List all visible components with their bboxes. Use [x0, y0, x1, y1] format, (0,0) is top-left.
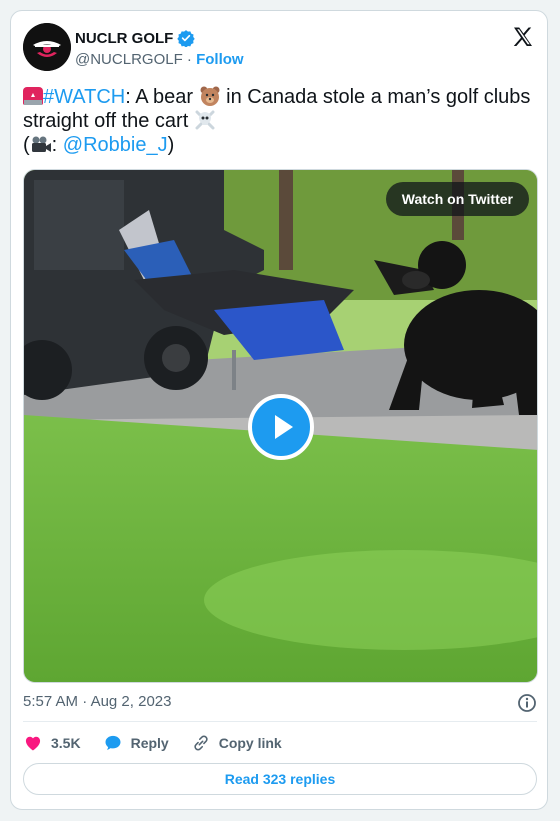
siren-emoji-icon — [23, 87, 43, 105]
reply-bubble-icon — [105, 735, 121, 751]
like-button[interactable]: 3.5K — [23, 733, 81, 753]
tweet-text-part1: : A bear — [125, 86, 199, 108]
author-handle[interactable]: @NUCLRGOLF — [75, 51, 183, 68]
hashtag-watch-link[interactable]: #WATCH — [43, 86, 125, 108]
tweet-card: NUCLR GOLF @NUCLRGOLF · Follow #WATCH: A… — [10, 10, 548, 810]
author-handle-row: @NUCLRGOLF · Follow — [75, 51, 244, 68]
follow-button[interactable]: Follow — [196, 51, 244, 68]
watch-on-twitter-button[interactable]: Watch on Twitter — [385, 182, 529, 216]
credit-open-paren: ( — [23, 134, 30, 156]
reply-button[interactable]: Reply — [103, 733, 169, 753]
like-count: 3.5K — [51, 735, 81, 751]
read-replies-button[interactable]: Read 323 replies — [23, 763, 537, 795]
info-icon[interactable] — [517, 693, 537, 713]
timestamp-row: 5:57 AM · Aug 2, 2023 — [23, 693, 537, 715]
author-name-row: NUCLR GOLF — [75, 29, 196, 47]
credit-close-paren: ) — [167, 134, 175, 156]
divider — [23, 721, 537, 722]
author-name[interactable]: NUCLR GOLF — [75, 30, 173, 47]
tweet-text: #WATCH: A bear in Canada stole a man’s g… — [23, 85, 533, 157]
skull-crossbones-emoji-icon — [195, 110, 215, 130]
nuclr-logo-icon — [23, 23, 71, 71]
verified-badge-icon — [177, 30, 196, 47]
reply-label: Reply — [130, 735, 169, 751]
tweet-time[interactable]: 5:57 AM — [23, 693, 78, 710]
video-player[interactable]: Watch on Twitter — [23, 169, 538, 683]
mention-robbie-link[interactable]: @Robbie_J — [63, 134, 168, 156]
copy-link-button[interactable]: Copy link — [191, 733, 282, 753]
credit-colon: : — [51, 134, 63, 156]
bear-emoji-icon — [200, 86, 220, 106]
play-icon — [275, 415, 293, 439]
meta-separator: · — [82, 693, 88, 710]
play-button[interactable] — [248, 394, 314, 460]
tweet-date[interactable]: Aug 2, 2023 — [91, 693, 172, 710]
handle-separator: · — [186, 51, 192, 68]
avatar[interactable] — [23, 23, 71, 71]
copy-link-label: Copy link — [218, 735, 282, 751]
x-logo-icon[interactable] — [511, 25, 535, 49]
heart-icon — [25, 736, 41, 751]
link-icon — [194, 735, 208, 751]
action-bar: 3.5K Reply Copy link — [23, 733, 304, 753]
movie-camera-emoji-icon — [31, 136, 51, 152]
